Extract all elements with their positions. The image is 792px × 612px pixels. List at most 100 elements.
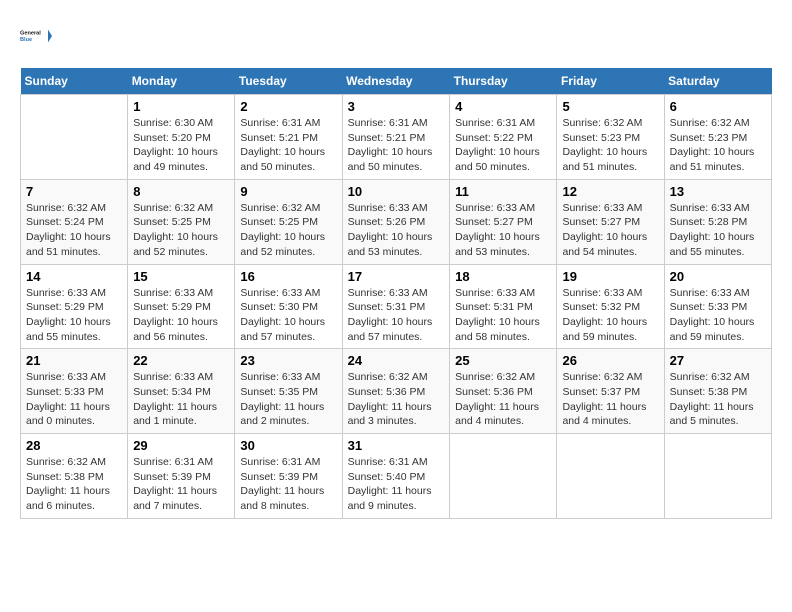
calendar-cell: 2Sunrise: 6:31 AM Sunset: 5:21 PM Daylig… <box>235 95 342 180</box>
day-content: Sunrise: 6:33 AM Sunset: 5:27 PM Dayligh… <box>562 201 658 260</box>
day-number: 26 <box>562 353 658 368</box>
day-content: Sunrise: 6:33 AM Sunset: 5:28 PM Dayligh… <box>670 201 766 260</box>
day-content: Sunrise: 6:33 AM Sunset: 5:26 PM Dayligh… <box>348 201 445 260</box>
day-number: 31 <box>348 438 445 453</box>
day-number: 28 <box>26 438 122 453</box>
day-content: Sunrise: 6:32 AM Sunset: 5:38 PM Dayligh… <box>26 455 122 514</box>
svg-text:General: General <box>20 30 41 36</box>
col-header-thursday: Thursday <box>450 68 557 95</box>
day-number: 22 <box>133 353 229 368</box>
day-number: 6 <box>670 99 766 114</box>
day-content: Sunrise: 6:33 AM Sunset: 5:34 PM Dayligh… <box>133 370 229 429</box>
week-row-2: 7 Sunrise: 6:32 AM Sunset: 5:24 PM Daylig… <box>21 179 772 264</box>
day-content: Sunrise: 6:32 AM Sunset: 5:25 PM Dayligh… <box>133 201 229 260</box>
header-row: SundayMondayTuesdayWednesdayThursdayFrid… <box>21 68 772 95</box>
calendar-cell: 9Sunrise: 6:32 AM Sunset: 5:25 PM Daylig… <box>235 179 342 264</box>
calendar-cell: 14 Sunrise: 6:33 AM Sunset: 5:29 PM Dayli… <box>21 264 128 349</box>
svg-text:Blue: Blue <box>20 37 32 43</box>
day-number: 18 <box>455 269 551 284</box>
day-content: Sunrise: 6:31 AM Sunset: 5:22 PM Dayligh… <box>455 116 551 175</box>
calendar-cell: 19 Sunrise: 6:33 AM Sunset: 5:32 PM Dayli… <box>557 264 664 349</box>
day-number: 27 <box>670 353 766 368</box>
day-content: Sunrise: 6:32 AM Sunset: 5:38 PM Dayligh… <box>670 370 766 429</box>
calendar-cell: 29 Sunrise: 6:31 AM Sunset: 5:39 PM Dayli… <box>128 434 235 519</box>
day-content: Sunrise: 6:31 AM Sunset: 5:39 PM Dayligh… <box>133 455 229 514</box>
calendar-cell: 15 Sunrise: 6:33 AM Sunset: 5:29 PM Dayli… <box>128 264 235 349</box>
day-content: Sunrise: 6:32 AM Sunset: 5:36 PM Dayligh… <box>455 370 551 429</box>
calendar-cell <box>557 434 664 519</box>
calendar-cell <box>664 434 771 519</box>
day-number: 7 <box>26 184 122 199</box>
calendar-cell: 23 Sunrise: 6:33 AM Sunset: 5:35 PM Dayli… <box>235 349 342 434</box>
week-row-4: 21 Sunrise: 6:33 AM Sunset: 5:33 PM Dayli… <box>21 349 772 434</box>
day-content: Sunrise: 6:32 AM Sunset: 5:36 PM Dayligh… <box>348 370 445 429</box>
day-content: Sunrise: 6:33 AM Sunset: 5:32 PM Dayligh… <box>562 286 658 345</box>
day-content: Sunrise: 6:32 AM Sunset: 5:25 PM Dayligh… <box>240 201 336 260</box>
day-number: 12 <box>562 184 658 199</box>
day-number: 23 <box>240 353 336 368</box>
calendar-cell: 16 Sunrise: 6:33 AM Sunset: 5:30 PM Dayli… <box>235 264 342 349</box>
week-row-5: 28 Sunrise: 6:32 AM Sunset: 5:38 PM Dayli… <box>21 434 772 519</box>
calendar-cell: 20Sunrise: 6:33 AM Sunset: 5:33 PM Dayli… <box>664 264 771 349</box>
calendar-cell: 13Sunrise: 6:33 AM Sunset: 5:28 PM Dayli… <box>664 179 771 264</box>
page-header: General Blue <box>20 20 772 52</box>
day-number: 17 <box>348 269 445 284</box>
day-content: Sunrise: 6:30 AM Sunset: 5:20 PM Dayligh… <box>133 116 229 175</box>
calendar-table: SundayMondayTuesdayWednesdayThursdayFrid… <box>20 68 772 519</box>
day-content: Sunrise: 6:33 AM Sunset: 5:35 PM Dayligh… <box>240 370 336 429</box>
day-number: 20 <box>670 269 766 284</box>
logo-icon: General Blue <box>20 20 52 52</box>
day-number: 11 <box>455 184 551 199</box>
calendar-cell: 10 Sunrise: 6:33 AM Sunset: 5:26 PM Dayli… <box>342 179 450 264</box>
day-number: 21 <box>26 353 122 368</box>
day-content: Sunrise: 6:33 AM Sunset: 5:27 PM Dayligh… <box>455 201 551 260</box>
day-content: Sunrise: 6:32 AM Sunset: 5:23 PM Dayligh… <box>670 116 766 175</box>
calendar-cell: 5 Sunrise: 6:32 AM Sunset: 5:23 PM Daylig… <box>557 95 664 180</box>
day-number: 14 <box>26 269 122 284</box>
day-content: Sunrise: 6:33 AM Sunset: 5:29 PM Dayligh… <box>26 286 122 345</box>
calendar-cell: 30Sunrise: 6:31 AM Sunset: 5:39 PM Dayli… <box>235 434 342 519</box>
day-number: 4 <box>455 99 551 114</box>
calendar-cell: 21 Sunrise: 6:33 AM Sunset: 5:33 PM Dayli… <box>21 349 128 434</box>
day-number: 30 <box>240 438 336 453</box>
day-content: Sunrise: 6:33 AM Sunset: 5:31 PM Dayligh… <box>348 286 445 345</box>
calendar-cell: 26Sunrise: 6:32 AM Sunset: 5:37 PM Dayli… <box>557 349 664 434</box>
day-number: 24 <box>348 353 445 368</box>
calendar-cell: 31 Sunrise: 6:31 AM Sunset: 5:40 PM Dayli… <box>342 434 450 519</box>
day-number: 15 <box>133 269 229 284</box>
day-content: Sunrise: 6:32 AM Sunset: 5:23 PM Dayligh… <box>562 116 658 175</box>
day-number: 16 <box>240 269 336 284</box>
day-number: 19 <box>562 269 658 284</box>
col-header-monday: Monday <box>128 68 235 95</box>
day-number: 8 <box>133 184 229 199</box>
calendar-cell: 25Sunrise: 6:32 AM Sunset: 5:36 PM Dayli… <box>450 349 557 434</box>
day-content: Sunrise: 6:31 AM Sunset: 5:21 PM Dayligh… <box>348 116 445 175</box>
calendar-cell: 24 Sunrise: 6:32 AM Sunset: 5:36 PM Dayli… <box>342 349 450 434</box>
day-content: Sunrise: 6:33 AM Sunset: 5:30 PM Dayligh… <box>240 286 336 345</box>
logo: General Blue <box>20 20 52 52</box>
day-number: 5 <box>562 99 658 114</box>
col-header-sunday: Sunday <box>21 68 128 95</box>
col-header-wednesday: Wednesday <box>342 68 450 95</box>
day-number: 10 <box>348 184 445 199</box>
col-header-tuesday: Tuesday <box>235 68 342 95</box>
day-content: Sunrise: 6:33 AM Sunset: 5:33 PM Dayligh… <box>26 370 122 429</box>
calendar-cell: 7 Sunrise: 6:32 AM Sunset: 5:24 PM Daylig… <box>21 179 128 264</box>
calendar-cell: 8 Sunrise: 6:32 AM Sunset: 5:25 PM Daylig… <box>128 179 235 264</box>
week-row-3: 14 Sunrise: 6:33 AM Sunset: 5:29 PM Dayli… <box>21 264 772 349</box>
day-number: 29 <box>133 438 229 453</box>
calendar-cell: 1 Sunrise: 6:30 AM Sunset: 5:20 PM Daylig… <box>128 95 235 180</box>
calendar-cell: 12 Sunrise: 6:33 AM Sunset: 5:27 PM Dayli… <box>557 179 664 264</box>
day-content: Sunrise: 6:33 AM Sunset: 5:31 PM Dayligh… <box>455 286 551 345</box>
day-content: Sunrise: 6:31 AM Sunset: 5:40 PM Dayligh… <box>348 455 445 514</box>
calendar-cell <box>21 95 128 180</box>
calendar-cell: 22 Sunrise: 6:33 AM Sunset: 5:34 PM Dayli… <box>128 349 235 434</box>
calendar-cell: 18 Sunrise: 6:33 AM Sunset: 5:31 PM Dayli… <box>450 264 557 349</box>
calendar-cell: 28 Sunrise: 6:32 AM Sunset: 5:38 PM Dayli… <box>21 434 128 519</box>
week-row-1: 1 Sunrise: 6:30 AM Sunset: 5:20 PM Daylig… <box>21 95 772 180</box>
day-content: Sunrise: 6:33 AM Sunset: 5:29 PM Dayligh… <box>133 286 229 345</box>
calendar-cell: 27 Sunrise: 6:32 AM Sunset: 5:38 PM Dayli… <box>664 349 771 434</box>
day-number: 1 <box>133 99 229 114</box>
day-content: Sunrise: 6:32 AM Sunset: 5:24 PM Dayligh… <box>26 201 122 260</box>
calendar-cell <box>450 434 557 519</box>
